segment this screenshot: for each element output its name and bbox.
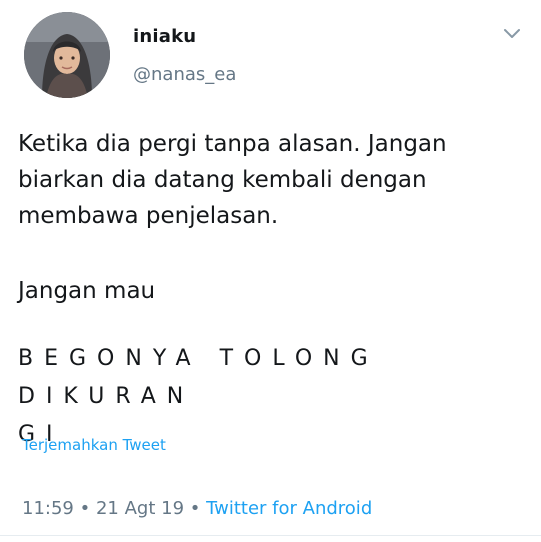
user-handle[interactable]: @nanas_ea [133, 64, 236, 85]
display-name[interactable]: iniaku [133, 26, 196, 47]
tweet-text-paragraph: Jangan mau [18, 278, 156, 304]
divider [0, 535, 541, 536]
tweet-text-line: membawa penjelasan. [18, 203, 279, 229]
avatar[interactable] [24, 12, 110, 98]
tweet-caps-line: BEGONYA TOLONG DIKURAN [18, 346, 379, 409]
avatar-image [24, 12, 110, 98]
tweet-card: iniaku @nanas_ea Ketika dia pergi tanpa … [0, 0, 541, 542]
tweet-text-line: biarkan dia datang kembali dengan [18, 167, 427, 193]
tweet-text: Ketika dia pergi tanpa alasan. Jangan bi… [18, 126, 528, 234]
separator-dot: • [79, 498, 91, 519]
tweet-time[interactable]: 11:59 [22, 498, 74, 519]
separator-dot: • [189, 498, 201, 519]
translate-tweet-link[interactable]: Terjemahkan Tweet [22, 436, 166, 454]
tweet-text-line: Ketika dia pergi tanpa alasan. Jangan [18, 131, 447, 157]
tweet-metadata: 11:59 • 21 Agt 19 • Twitter for Android [22, 498, 372, 519]
chevron-down-icon[interactable] [502, 26, 522, 40]
tweet-date[interactable]: 21 Agt 19 [96, 498, 184, 519]
tweet-source-link[interactable]: Twitter for Android [206, 498, 372, 519]
